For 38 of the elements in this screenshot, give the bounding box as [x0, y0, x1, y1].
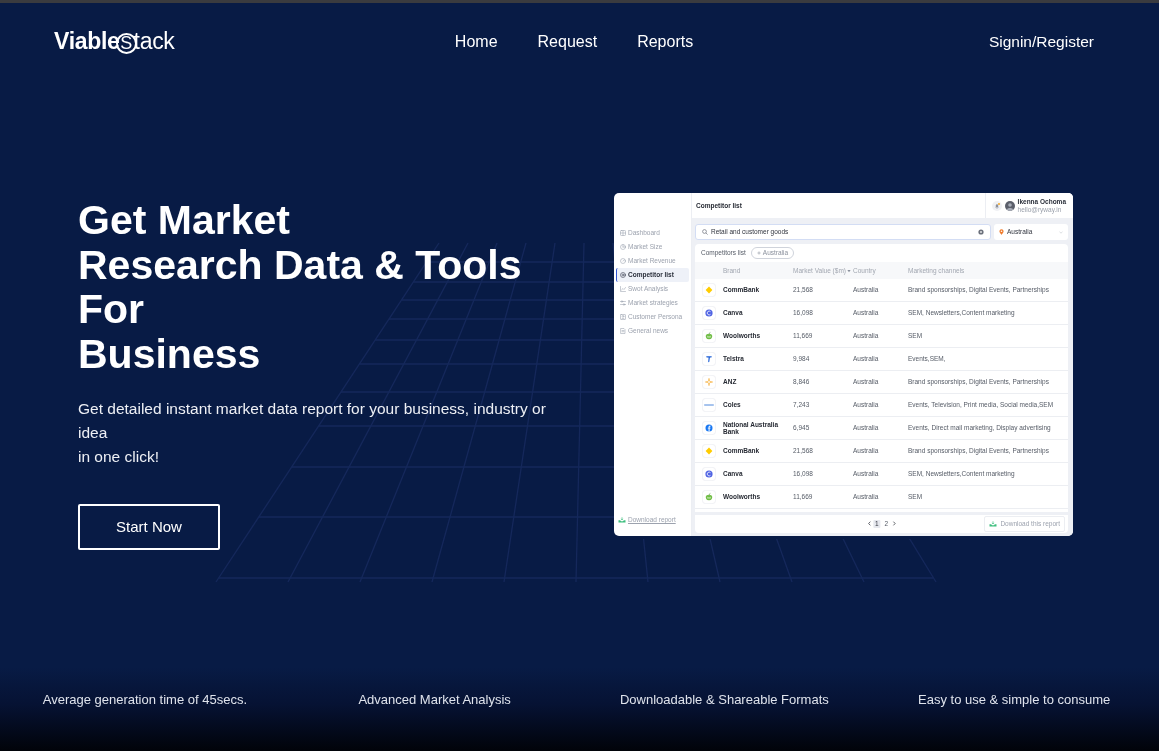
chevron-left-icon[interactable]: [866, 521, 871, 527]
feature-text: Easy to use & simple to consume: [918, 692, 1111, 707]
diamond-icon: [702, 444, 716, 458]
start-now-button[interactable]: Start Now: [78, 504, 220, 550]
diamond-icon: [702, 283, 716, 297]
avatar-icon: [1004, 200, 1015, 211]
feature-text: Downloadable & Shareable Formats: [619, 692, 829, 707]
tee-icon: [702, 352, 716, 366]
star-icon: [702, 375, 716, 389]
bell-icon[interactable]: [991, 200, 1002, 211]
hero-heading: Get Market Research Data & Tools For Business: [78, 198, 523, 376]
dash-icon: [702, 398, 716, 412]
nav-link[interactable]: Request: [537, 30, 598, 54]
download-icon: [618, 517, 626, 524]
chevron-right-icon[interactable]: [892, 521, 897, 527]
pie-icon: [620, 244, 626, 250]
grid-icon: [620, 230, 626, 236]
swirl-circle-icon: [702, 306, 716, 320]
nav-link[interactable]: Home: [454, 30, 498, 54]
disc-icon: [702, 421, 716, 435]
feature-text: Average generation time of 45secs.: [42, 692, 247, 707]
document-icon: [620, 328, 626, 334]
signin-register-link[interactable]: Signin/Register: [988, 30, 1094, 54]
nav-link[interactable]: Reports: [637, 30, 694, 54]
search-icon: [702, 229, 708, 235]
map-pin-icon: [999, 229, 1004, 235]
target-icon: [620, 272, 626, 278]
apple-icon: [702, 329, 716, 343]
gauge-icon: [620, 258, 626, 264]
sliders-icon: [620, 300, 626, 306]
feature-text: Advanced Market Analysis: [358, 692, 511, 707]
hero-description: Get detailed instant market data report for your business, industry or idea in one click!: [78, 399, 547, 467]
apple-icon: [702, 490, 716, 504]
swirl-circle-icon: [702, 467, 716, 481]
people-icon: [620, 314, 626, 320]
line-chart-icon: [620, 286, 626, 292]
clear-icon[interactable]: [978, 229, 984, 235]
download-icon: [989, 521, 998, 527]
